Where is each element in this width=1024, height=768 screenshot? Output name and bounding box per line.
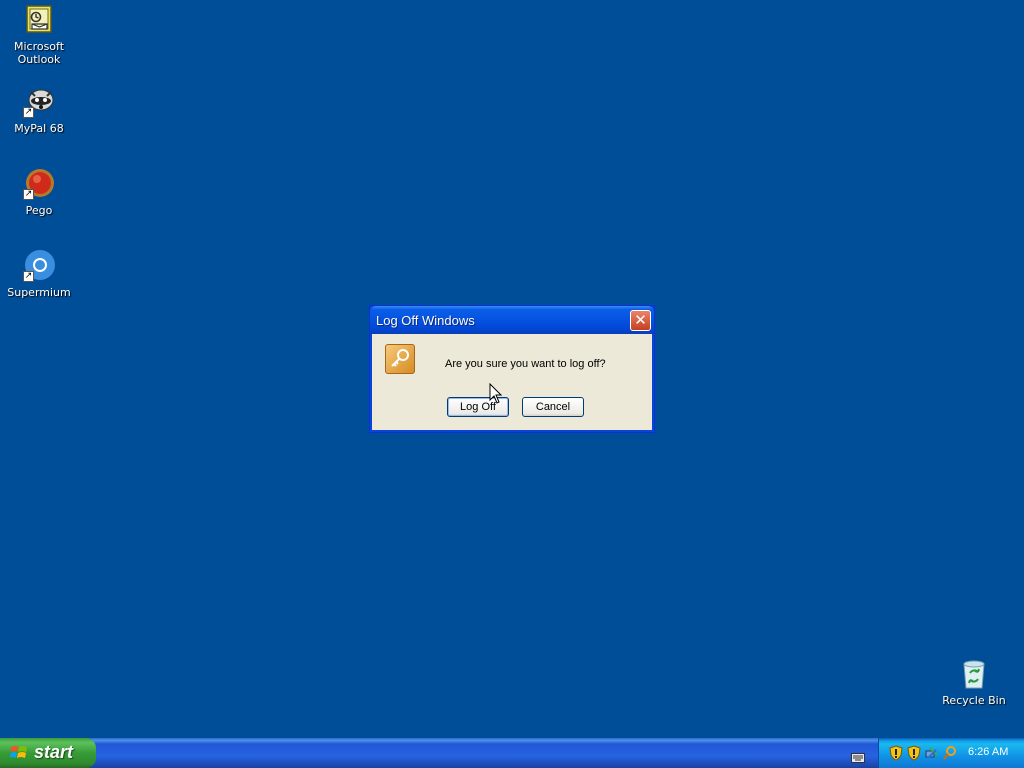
shield-icon[interactable] bbox=[889, 745, 903, 761]
shortcut-arrow-icon: ↗ bbox=[23, 271, 34, 282]
desktop-icon-label: Recycle Bin bbox=[942, 694, 1006, 707]
desktop-icon-mypal[interactable]: ↗ MyPal 68 bbox=[1, 86, 77, 135]
clock[interactable]: 6:26 AM bbox=[968, 746, 1008, 758]
key-icon bbox=[385, 344, 415, 374]
desktop-icon-supermium[interactable]: ↗ Supermium bbox=[1, 250, 77, 299]
desktop-icon-label: Microsoft Outlook bbox=[13, 40, 65, 66]
pego-icon: ↗ bbox=[23, 168, 55, 200]
system-tray: 6:26 AM bbox=[878, 738, 1024, 768]
cancel-button[interactable]: Cancel bbox=[522, 397, 584, 417]
desktop-icon-label: MyPal 68 bbox=[14, 122, 64, 135]
windows-logo-icon bbox=[10, 745, 28, 761]
network-icon[interactable] bbox=[925, 745, 939, 761]
keyboard-icon[interactable] bbox=[851, 748, 865, 763]
taskbar: start 6:26 AM bbox=[0, 738, 1024, 768]
mouse-cursor-icon bbox=[489, 382, 503, 405]
shortcut-arrow-icon: ↗ bbox=[23, 107, 34, 118]
shortcut-arrow-icon: ↗ bbox=[23, 189, 34, 200]
close-icon: ✕ bbox=[634, 311, 647, 329]
outlook-icon bbox=[23, 4, 55, 36]
desktop-icon-pego[interactable]: ↗ Pego bbox=[1, 168, 77, 217]
search-icon[interactable] bbox=[943, 745, 957, 761]
desktop-icon-outlook[interactable]: Microsoft Outlook bbox=[1, 4, 77, 66]
dialog-titlebar[interactable]: Log Off Windows ✕ bbox=[370, 306, 654, 334]
dialog-title: Log Off Windows bbox=[376, 313, 475, 328]
mypal-icon: ↗ bbox=[23, 86, 55, 118]
desktop-icon-label: Pego bbox=[25, 204, 53, 217]
desktop-icon-label: Supermium bbox=[7, 286, 71, 299]
desktop-icon-recycle-bin[interactable]: Recycle Bin bbox=[936, 658, 1012, 707]
start-label: start bbox=[34, 742, 74, 762]
shield-icon[interactable] bbox=[907, 745, 921, 761]
supermium-icon: ↗ bbox=[23, 250, 55, 282]
logoff-dialog: Log Off Windows ✕ Are you sure you want … bbox=[369, 305, 655, 433]
close-button[interactable]: ✕ bbox=[630, 310, 651, 331]
dialog-body: Are you sure you want to log off? Log Of… bbox=[373, 334, 651, 429]
dialog-message: Are you sure you want to log off? bbox=[445, 358, 606, 370]
start-button[interactable]: start bbox=[0, 738, 96, 768]
recycle-bin-icon bbox=[958, 658, 990, 690]
desktop: Microsoft Outlook ↗ MyPal 68 ↗ Pego ↗ Su… bbox=[0, 0, 1024, 738]
